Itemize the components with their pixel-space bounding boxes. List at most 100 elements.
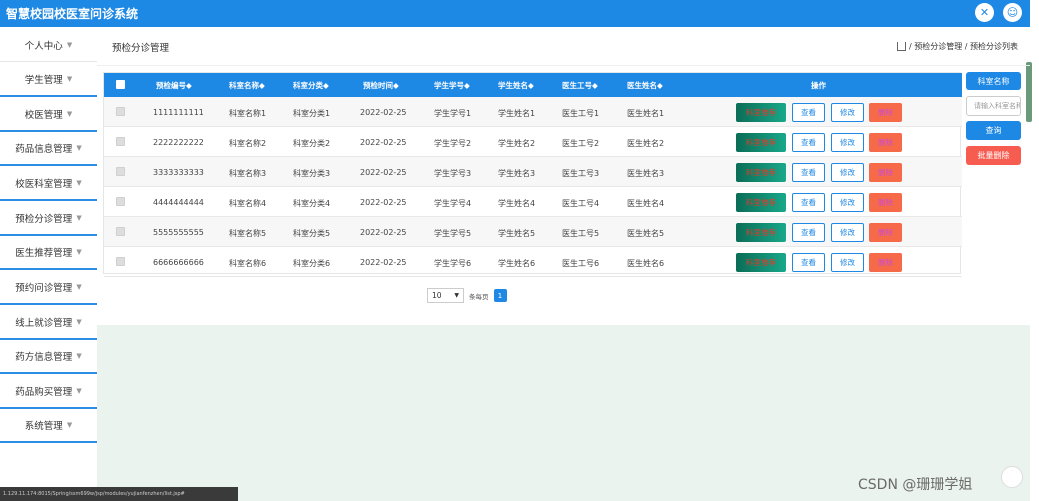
sidebar-item-student[interactable]: 学生管理 ▼ — [0, 63, 97, 97]
view-button[interactable]: 查看 — [792, 133, 825, 152]
edit-button[interactable]: 修改 — [831, 133, 864, 152]
per-page-label: 条每页 — [469, 292, 489, 301]
table-cell: 医生姓名6 — [627, 259, 665, 268]
table-cell: 学生学号6 — [434, 259, 472, 268]
delete-button[interactable]: 删除 — [869, 223, 902, 242]
column-header: 操作 — [811, 81, 826, 90]
sidebar-item-system[interactable]: 系统管理 ▼ — [0, 409, 97, 443]
table-cell: 科室名称4 — [229, 199, 267, 208]
table-cell: 2022-02-25 — [360, 108, 407, 117]
column-header[interactable]: 科室分类◆ — [293, 80, 329, 91]
view-button[interactable]: 查看 — [792, 163, 825, 182]
table-cell: 科室分类6 — [293, 259, 331, 268]
page-number-current[interactable]: 1 — [493, 289, 507, 302]
delete-button[interactable]: 删除 — [869, 193, 902, 212]
edit-button[interactable]: 修改 — [831, 253, 864, 272]
chevron-down-icon: ▼ — [76, 144, 82, 152]
chevron-down-icon: ▼ — [76, 387, 82, 395]
column-header[interactable]: 学生学号◆ — [434, 80, 470, 91]
batch-delete-button[interactable]: 批量删除 — [966, 146, 1021, 165]
recommend-department-button[interactable]: 科室推荐 — [736, 103, 786, 122]
row-checkbox[interactable] — [116, 167, 125, 176]
delete-button[interactable]: 删除 — [869, 163, 902, 182]
page-size-select[interactable]: 10 ▼ — [427, 288, 464, 303]
table-cell: 医生姓名5 — [627, 229, 665, 238]
row-checkbox[interactable] — [116, 227, 125, 236]
row-checkbox[interactable] — [116, 197, 125, 206]
sidebar-item-medicine-info[interactable]: 药品信息管理 ▼ — [0, 132, 97, 166]
app-title: 智慧校园校医室问诊系统 — [6, 7, 139, 21]
sidebar-item-personal-center[interactable]: 个人中心 ▼ — [0, 28, 97, 62]
chevron-down-icon: ▼ — [66, 421, 73, 429]
chevron-down-icon: ▼ — [66, 75, 73, 83]
row-checkbox[interactable] — [116, 257, 125, 266]
table-cell: 科室名称2 — [229, 139, 267, 148]
scrollbar[interactable] — [1026, 62, 1032, 122]
view-button[interactable]: 查看 — [792, 193, 825, 212]
table-row: 1111111111 科室名称1 科室分类1 2022-02-25 学生学号1 学生姓名1… — [104, 97, 962, 127]
column-header[interactable]: 预检时间◆ — [363, 80, 399, 91]
chevron-down-icon: ▼ — [76, 283, 82, 291]
table-cell: 科室分类4 — [293, 199, 331, 208]
recommend-department-button[interactable]: 科室推荐 — [736, 163, 786, 182]
delete-button[interactable]: 删除 — [869, 103, 902, 122]
table-cell: 科室名称6 — [229, 259, 267, 268]
table-header: 预检编号◆ 科室名称◆ 科室分类◆ 预检时间◆ 学生学号◆ 学生姓名◆ 医生工号… — [104, 73, 962, 97]
table-cell: 学生学号2 — [434, 139, 472, 148]
column-header[interactable]: 科室名称◆ — [229, 80, 265, 91]
recommend-department-button[interactable]: 科室推荐 — [736, 193, 786, 212]
delete-button[interactable]: 删除 — [869, 253, 902, 272]
float-button[interactable] — [1001, 466, 1023, 488]
chevron-down-icon: ▼ — [66, 110, 73, 118]
edit-button[interactable]: 修改 — [831, 223, 864, 242]
user-icon[interactable]: ☺ — [1003, 3, 1022, 22]
edit-button[interactable]: 修改 — [831, 163, 864, 182]
sidebar-item-department[interactable]: 校医科室管理 ▼ — [0, 167, 97, 201]
sidebar-item-prescription[interactable]: 药方信息管理 ▼ — [0, 340, 97, 374]
table-cell: 科室分类1 — [293, 109, 331, 118]
sidebar-item-doctor-recommend[interactable]: 医生推荐管理 ▼ — [0, 236, 97, 270]
sidebar-item-triage[interactable]: 预检分诊管理 ▼ — [0, 202, 97, 236]
sidebar-item-medicine-purchase[interactable]: 药品购买管理 ▼ — [0, 375, 97, 409]
column-header[interactable]: 医生工号◆ — [562, 80, 598, 91]
row-checkbox[interactable] — [116, 137, 125, 146]
status-bar: 1.129.11.174:8015/Spring/ssm699w/jsp/mod… — [0, 487, 238, 501]
edit-button[interactable]: 修改 — [831, 193, 864, 212]
recommend-department-button[interactable]: 科室推荐 — [736, 223, 786, 242]
search-button[interactable]: 查询 — [966, 121, 1021, 140]
column-header[interactable]: 预检编号◆ — [156, 80, 192, 91]
table-cell: 科室分类2 — [293, 139, 331, 148]
view-button[interactable]: 查看 — [792, 103, 825, 122]
department-search-input[interactable]: 请输入科室名称 — [966, 96, 1021, 116]
column-header[interactable]: 医生姓名◆ — [627, 80, 663, 91]
table-cell: 学生学号1 — [434, 109, 472, 118]
column-header[interactable]: 学生姓名◆ — [498, 80, 534, 91]
recommend-department-button[interactable]: 科室推荐 — [736, 133, 786, 152]
sidebar-item-doctor[interactable]: 校医管理 ▼ — [0, 98, 97, 132]
recommend-department-button[interactable]: 科室推荐 — [736, 253, 786, 272]
delete-button[interactable]: 删除 — [869, 133, 902, 152]
table-cell: 1111111111 — [153, 108, 204, 117]
table-cell: 学生学号5 — [434, 229, 472, 238]
view-button[interactable]: 查看 — [792, 223, 825, 242]
fullscreen-icon[interactable]: ✕ — [975, 3, 994, 22]
view-button[interactable]: 查看 — [792, 253, 825, 272]
chevron-down-icon: ▼ — [454, 292, 459, 299]
edit-button[interactable]: 修改 — [831, 103, 864, 122]
table-cell: 2022-02-25 — [360, 198, 407, 207]
row-checkbox[interactable] — [116, 107, 125, 116]
table-cell: 2222222222 — [153, 138, 204, 147]
sidebar: 个人中心 ▼ 学生管理 ▼ 校医管理 ▼ 药品信息管理 ▼ 校医科室管理 ▼ 预检分诊管理… — [0, 28, 97, 446]
table-row: 4444444444 科室名称4 科室分类4 2022-02-25 学生学号4 学生姓名4… — [104, 187, 962, 217]
sidebar-item-online-visit[interactable]: 线上就诊管理 ▼ — [0, 306, 97, 340]
table-cell: 科室名称5 — [229, 229, 267, 238]
table-cell: 科室名称3 — [229, 169, 267, 178]
table-row: 2222222222 科室名称2 科室分类2 2022-02-25 学生学号2 学生姓名2… — [104, 127, 962, 157]
select-all-checkbox[interactable] — [116, 80, 125, 89]
table-cell: 医生姓名1 — [627, 109, 665, 118]
sidebar-item-appointment[interactable]: 预约问诊管理 ▼ — [0, 271, 97, 305]
table-cell: 学生姓名1 — [498, 109, 536, 118]
home-icon[interactable] — [896, 42, 906, 51]
table-cell: 学生学号3 — [434, 169, 472, 178]
table-cell: 3333333333 — [153, 168, 204, 177]
